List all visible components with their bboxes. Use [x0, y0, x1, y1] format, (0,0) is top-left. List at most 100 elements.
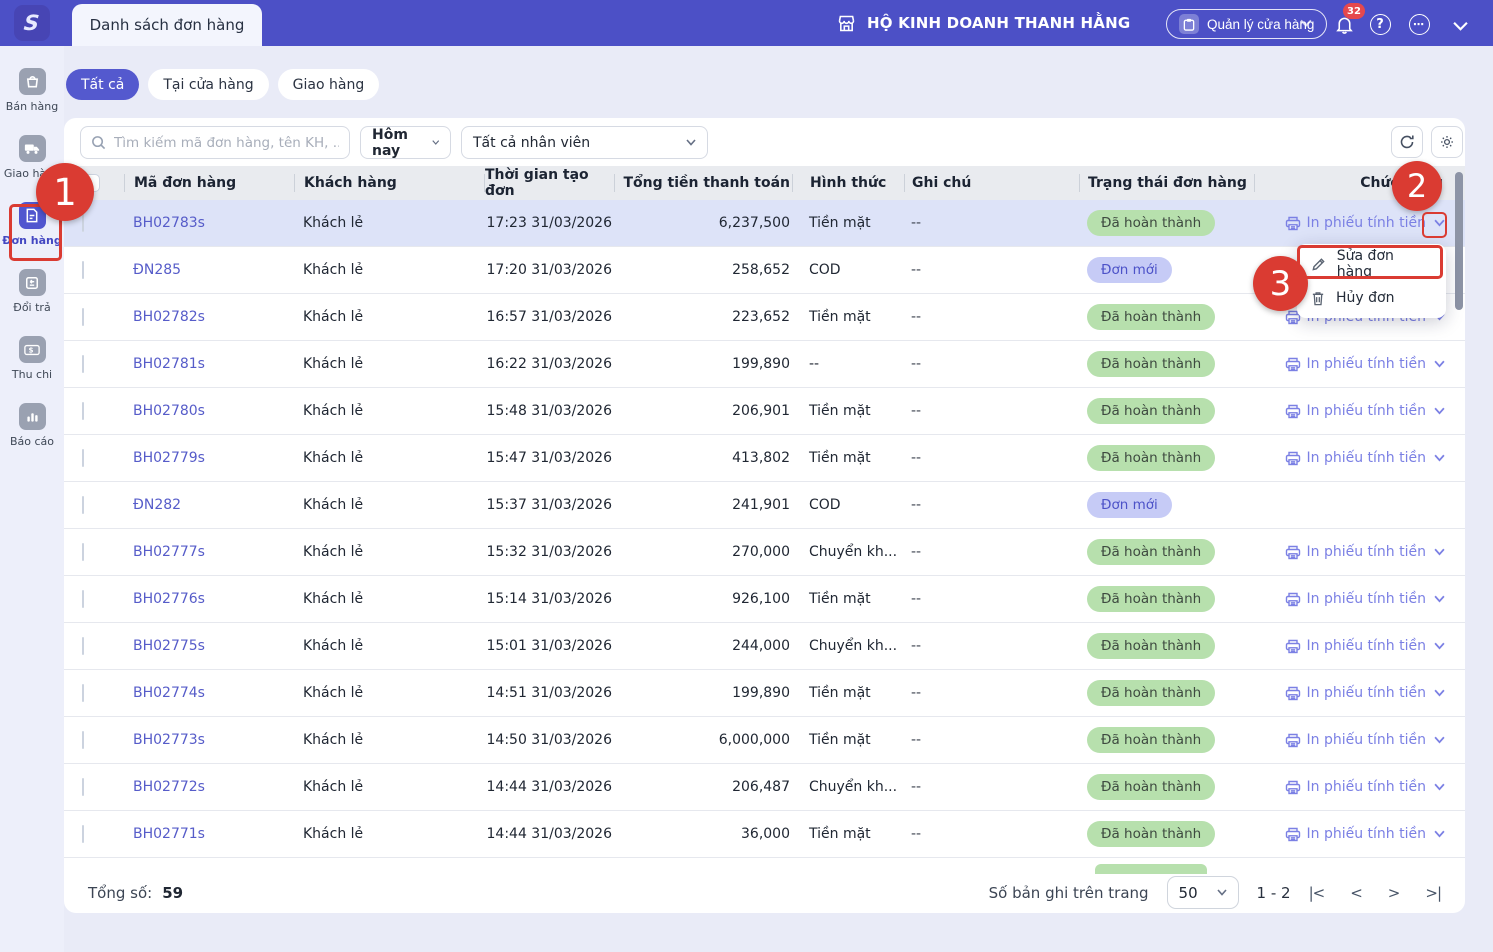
- action-chevron-down-icon[interactable]: [1434, 642, 1445, 650]
- print-bill-action[interactable]: In phiếu tính tiền: [1254, 732, 1445, 748]
- table-footer: Tổng số: 59 Số bản ghi trên trang 50 1 - …: [64, 872, 1465, 913]
- created-time-cell: 15:48 31/03/2026: [486, 403, 613, 419]
- row-checkbox[interactable]: [82, 778, 84, 796]
- order-code-link[interactable]: BH02773s: [124, 732, 294, 748]
- select-all-checkbox[interactable]: [82, 174, 100, 192]
- status-badge: Đã hoàn thành: [1087, 398, 1216, 424]
- last-page-icon[interactable]: >|: [1425, 884, 1442, 902]
- sidebar-item-thu-chi[interactable]: $ Thu chi: [0, 314, 64, 381]
- col-header-time: Thời gian tạo đơn: [484, 167, 614, 199]
- order-code-link[interactable]: BH02776s: [124, 591, 294, 607]
- created-time-cell: 15:47 31/03/2026: [486, 450, 613, 466]
- row-checkbox[interactable]: [82, 402, 84, 420]
- refresh-button[interactable]: [1391, 126, 1423, 158]
- sidebar-item-label: Giao hàng: [3, 167, 61, 180]
- collapse-topbar-icon[interactable]: [1448, 14, 1472, 38]
- row-checkbox[interactable]: [82, 496, 84, 514]
- note-cell: --: [911, 779, 922, 795]
- action-chevron-down-icon[interactable]: [1434, 830, 1445, 838]
- prev-page-icon[interactable]: <: [1350, 884, 1363, 902]
- print-bill-action[interactable]: In phiếu tính tiền: [1254, 450, 1445, 466]
- row-checkbox[interactable]: [82, 684, 84, 702]
- row-checkbox[interactable]: [82, 590, 84, 608]
- sidebar-item-ban-hang[interactable]: Bán hàng: [0, 46, 64, 113]
- first-page-icon[interactable]: |<: [1309, 884, 1326, 902]
- tab-giao-hang[interactable]: Giao hàng: [277, 69, 380, 100]
- menu-item-huy-don[interactable]: Hủy đơn: [1297, 281, 1446, 315]
- total-cell: 258,652: [732, 262, 790, 278]
- created-time-cell: 15:01 31/03/2026: [486, 638, 613, 654]
- action-chevron-down-icon[interactable]: [1434, 783, 1445, 791]
- row-checkbox[interactable]: [82, 355, 84, 373]
- action-chevron-down-icon[interactable]: [1434, 595, 1445, 603]
- action-chevron-down-icon[interactable]: [1434, 407, 1445, 415]
- printer-icon: [1285, 451, 1300, 465]
- order-code-link[interactable]: BH02774s: [124, 685, 294, 701]
- print-bill-action[interactable]: In phiếu tính tiền: [1254, 403, 1445, 419]
- print-bill-action[interactable]: In phiếu tính tiền: [1254, 356, 1445, 372]
- trash-icon: [1312, 291, 1324, 305]
- table-row: BH02777s Khách lẻ 15:32 31/03/2026 270,0…: [64, 529, 1465, 576]
- order-code-link[interactable]: BH02783s: [124, 215, 294, 231]
- customer-cell: Khách lẻ: [303, 685, 364, 701]
- staff-filter-select[interactable]: Tất cả nhân viên: [461, 126, 708, 159]
- row-checkbox[interactable]: [82, 449, 84, 467]
- action-chevron-down-icon[interactable]: [1434, 454, 1445, 462]
- customer-cell: Khách lẻ: [303, 497, 364, 513]
- row-checkbox[interactable]: [82, 308, 84, 326]
- print-bill-action[interactable]: In phiếu tính tiền: [1254, 544, 1445, 560]
- row-checkbox[interactable]: [82, 825, 84, 843]
- refresh-icon: [1400, 135, 1414, 149]
- next-page-icon[interactable]: >: [1388, 884, 1401, 902]
- chevron-down-icon: [1216, 889, 1227, 896]
- chevron-down-icon: [686, 139, 696, 146]
- row-checkbox[interactable]: [82, 543, 84, 561]
- action-chevron-down-icon[interactable]: [1434, 689, 1445, 697]
- date-filter-select[interactable]: Hôm nay: [360, 126, 451, 159]
- menu-item-sua-don-hang[interactable]: Sửa đơn hàng: [1297, 247, 1446, 281]
- sidebar-item-label: Đơn hàng: [2, 234, 62, 247]
- sidebar-item-don-hang[interactable]: Đơn hàng: [0, 180, 64, 247]
- order-code-link[interactable]: ĐN282: [124, 497, 294, 513]
- print-bill-action[interactable]: In phiếu tính tiền: [1254, 591, 1445, 607]
- row-checkbox[interactable]: [82, 261, 84, 279]
- tab-tai-cua-hang[interactable]: Tại cửa hàng: [148, 69, 269, 100]
- action-chevron-down-icon[interactable]: [1434, 360, 1445, 368]
- more-options-icon[interactable]: ⋯: [1407, 12, 1431, 36]
- vertical-scrollbar-thumb[interactable]: [1455, 172, 1463, 310]
- sidebar-item-giao-hang[interactable]: Giao hàng: [0, 113, 64, 180]
- order-code-link[interactable]: BH02780s: [124, 403, 294, 419]
- order-code-link[interactable]: BH02782s: [124, 309, 294, 325]
- order-code-link[interactable]: BH02779s: [124, 450, 294, 466]
- action-chevron-down-icon[interactable]: [1434, 548, 1445, 556]
- help-icon[interactable]: ?: [1368, 12, 1392, 36]
- sidebar-item-doi-tra[interactable]: Đổi trả: [0, 247, 64, 314]
- print-bill-action[interactable]: In phiếu tính tiền: [1254, 826, 1445, 842]
- order-code-link[interactable]: BH02781s: [124, 356, 294, 372]
- tab-tat-ca[interactable]: Tất cả: [66, 69, 140, 100]
- col-header-note: Ghi chú: [904, 174, 1079, 192]
- table-settings-button[interactable]: [1431, 126, 1463, 158]
- order-code-link[interactable]: BH02772s: [124, 779, 294, 795]
- manage-store-button[interactable]: Quản lý cửa hàng: [1166, 9, 1328, 39]
- order-code-link[interactable]: BH02771s: [124, 826, 294, 842]
- print-bill-action[interactable]: In phiếu tính tiền: [1254, 638, 1445, 654]
- action-chevron-down-icon[interactable]: [1434, 736, 1445, 744]
- row-checkbox[interactable]: [82, 731, 84, 749]
- sidebar-item-label: Đổi trả: [13, 301, 51, 314]
- manage-store-label: Quản lý cửa hàng: [1207, 16, 1315, 32]
- order-code-link[interactable]: BH02775s: [124, 638, 294, 654]
- row-checkbox[interactable]: [82, 214, 84, 232]
- order-code-link[interactable]: ĐN285: [124, 262, 294, 278]
- search-input[interactable]: [114, 134, 339, 151]
- print-bill-action[interactable]: In phiếu tính tiền: [1254, 685, 1445, 701]
- order-code-link[interactable]: BH02777s: [124, 544, 294, 560]
- print-bill-action[interactable]: In phiếu tính tiền: [1254, 215, 1445, 231]
- row-checkbox[interactable]: [82, 637, 84, 655]
- print-bill-action[interactable]: In phiếu tính tiền: [1254, 779, 1445, 795]
- action-chevron-down-icon[interactable]: [1434, 219, 1445, 227]
- search-input-wrap: [80, 126, 350, 159]
- window-tab-order-list[interactable]: Danh sách đơn hàng: [72, 4, 262, 46]
- per-page-select[interactable]: 50: [1166, 876, 1239, 909]
- sidebar-item-bao-cao[interactable]: Báo cáo: [0, 381, 64, 448]
